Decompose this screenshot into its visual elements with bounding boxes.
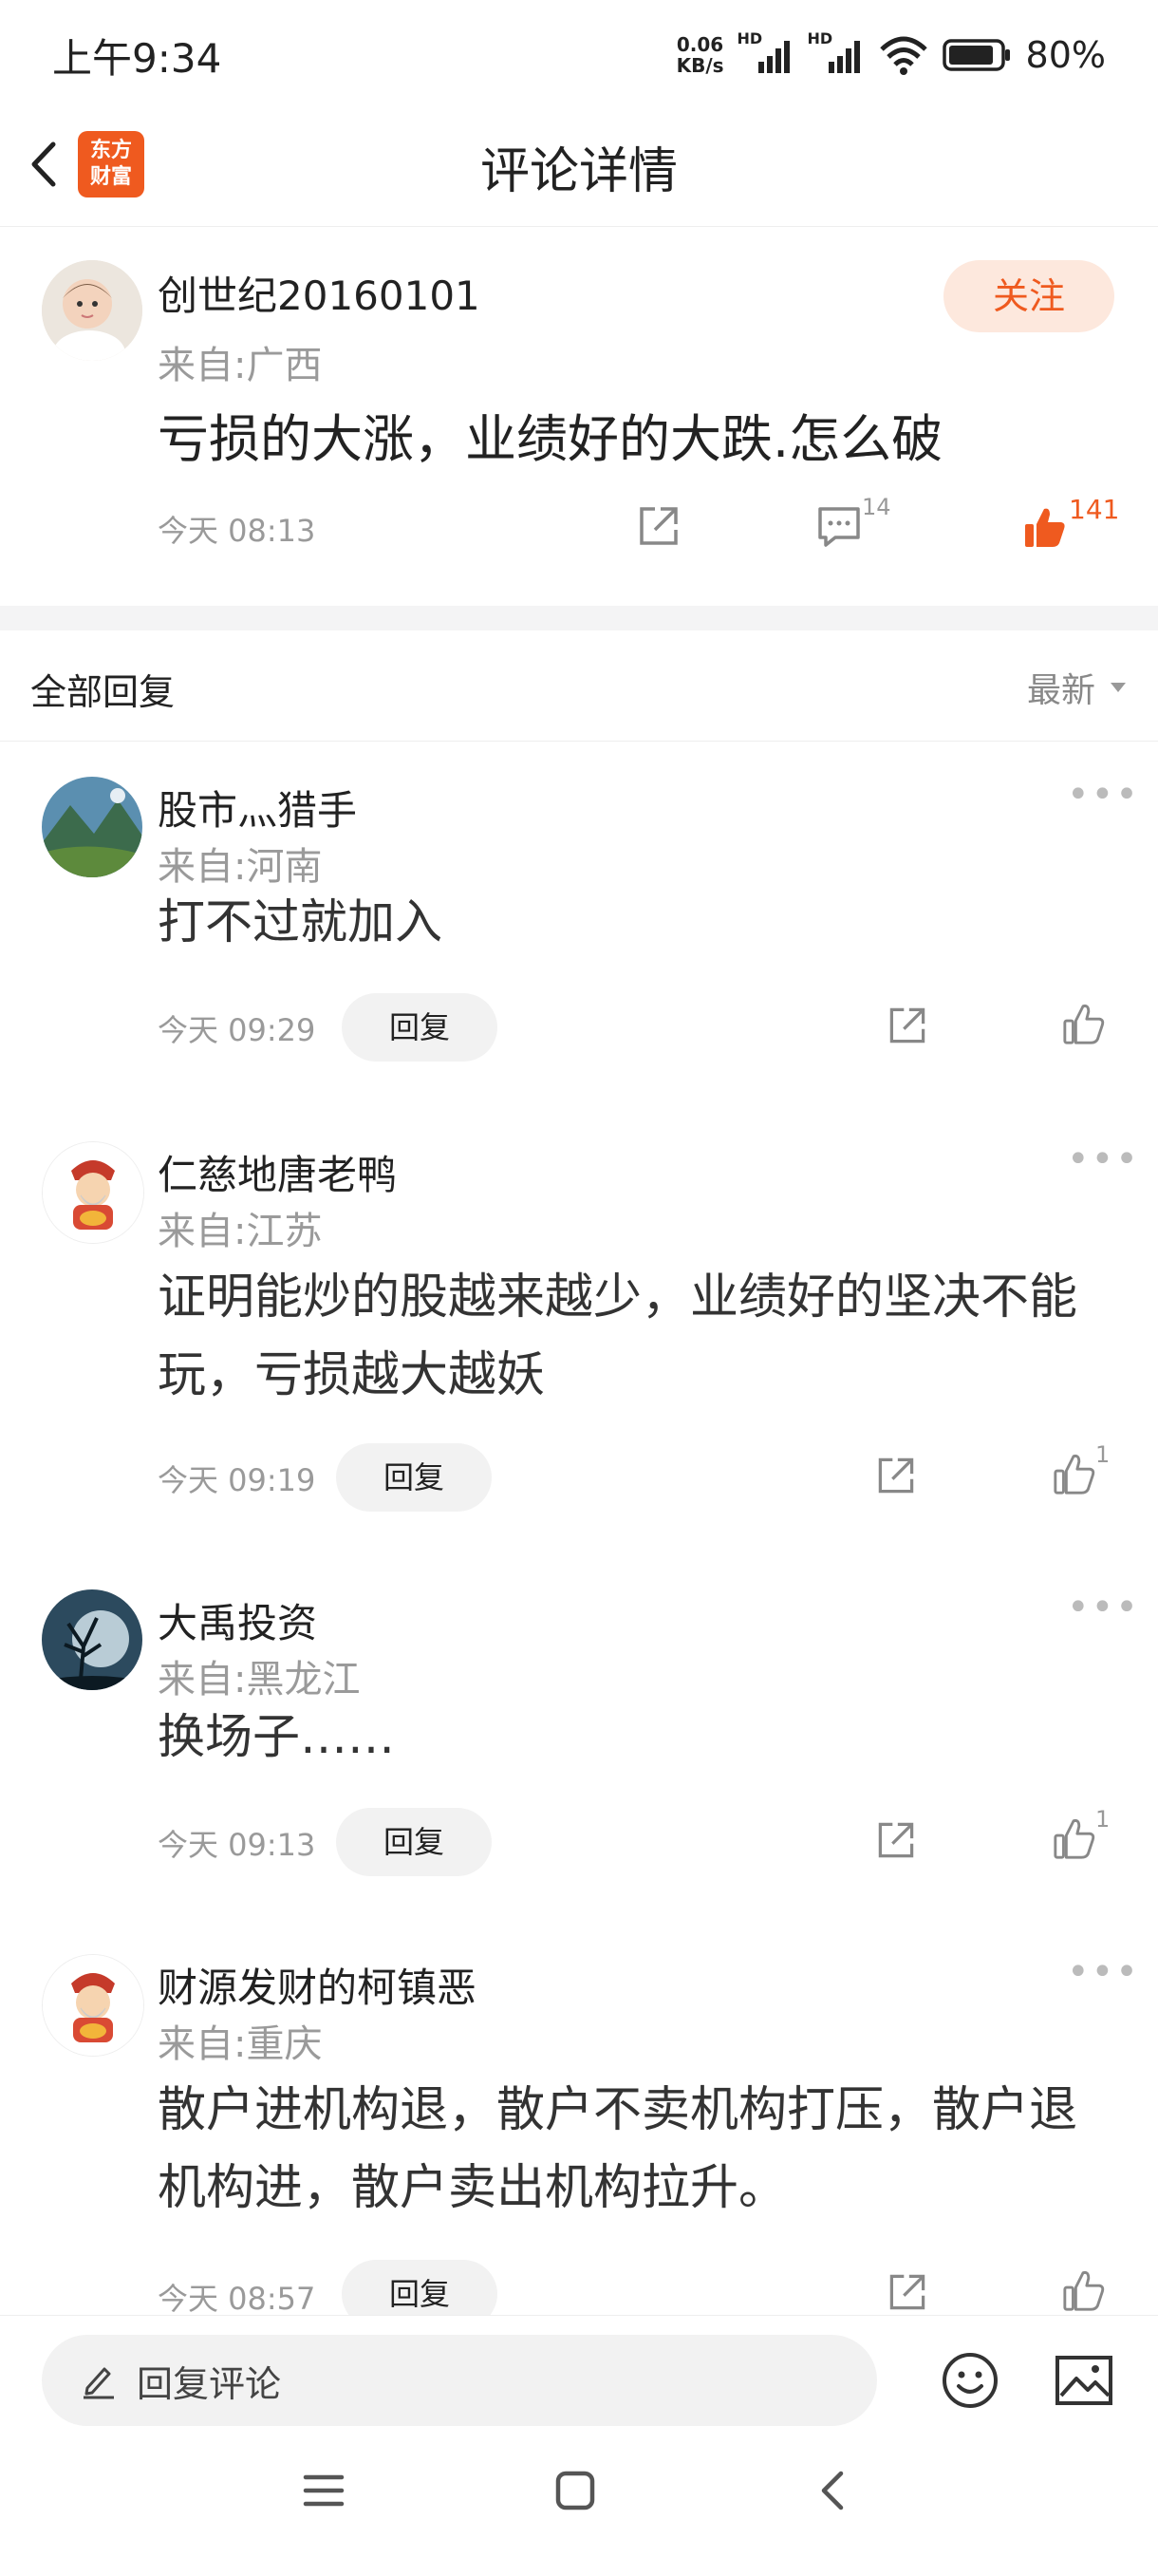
reply-origin: 来自:重庆 bbox=[158, 2022, 323, 2066]
reply-author-name[interactable]: 财源发财的柯镇恶 bbox=[158, 1956, 476, 2014]
avatar[interactable] bbox=[42, 1589, 142, 1690]
share-icon bbox=[640, 507, 678, 545]
avatar[interactable] bbox=[42, 777, 142, 877]
bottom-bar: 回复评论 bbox=[0, 2315, 1158, 2576]
share-button[interactable] bbox=[634, 501, 683, 551]
nav-back-button[interactable] bbox=[812, 2468, 850, 2513]
like-count: 141 bbox=[1069, 494, 1120, 525]
reply-item: 股市灬猎手 ••• 来自:河南 打不过就加入 今天 09:29 回复 bbox=[0, 741, 1158, 1082]
share-icon bbox=[889, 2274, 925, 2310]
reply-comment-input[interactable]: 回复评论 bbox=[42, 2335, 877, 2426]
sort-dropdown[interactable]: 最新 bbox=[1027, 663, 1128, 712]
replies-title: 全部回复 bbox=[30, 671, 176, 713]
thumbs-up-icon bbox=[1063, 2270, 1105, 2311]
post-time: 今天 08:13 bbox=[158, 513, 316, 549]
reply-content: 散户进机构退，散户不卖机构打压，散户退机构进，散户卖出机构拉升。 bbox=[158, 2082, 1078, 2216]
like-button[interactable]: 1 bbox=[1052, 1806, 1118, 1869]
reply-origin: 来自:黑龙江 bbox=[158, 1658, 361, 1702]
net-speed: 0.06 KB/s bbox=[676, 33, 724, 77]
emoji-button[interactable] bbox=[940, 2350, 1000, 2411]
reply-content: 打不过就加入 bbox=[158, 894, 442, 950]
menu-icon bbox=[303, 2474, 345, 2507]
like-button[interactable]: 141 bbox=[1021, 494, 1119, 555]
avatar[interactable] bbox=[42, 260, 142, 361]
thumbs-up-icon bbox=[1054, 1454, 1095, 1495]
image-icon bbox=[1055, 2356, 1112, 2405]
more-options-icon[interactable]: ••• bbox=[1067, 1950, 1140, 1994]
thumbs-up-icon bbox=[1063, 1004, 1105, 1044]
reply-button[interactable]: 回复 bbox=[342, 2260, 497, 2315]
top-nav-bar: 东方 财富 评论详情 bbox=[0, 104, 1158, 227]
caret-down-icon bbox=[1111, 683, 1126, 692]
reply-content: 证明能炒的股越来越少，业绩好的坚决不能玩，亏损越大越妖 bbox=[158, 1269, 1078, 1403]
reply-author-name[interactable]: 股市灬猎手 bbox=[158, 779, 357, 837]
nav-home-button[interactable] bbox=[554, 2470, 596, 2511]
reply-item: 财源发财的柯镇恶 ••• 来自:重庆 散户进机构退，散户不卖机构打压，散户退机构… bbox=[0, 1920, 1158, 2315]
share-icon bbox=[889, 1007, 925, 1044]
reply-time: 今天 09:19 bbox=[158, 1462, 316, 1498]
reply-button[interactable]: 回复 bbox=[336, 1808, 492, 1876]
comment-button[interactable]: 14 bbox=[814, 494, 891, 555]
share-button[interactable] bbox=[873, 1453, 919, 1498]
reply-item: 大禹投资 ••• 来自:黑龙江 换场子…… 今天 09:13 回复 1 bbox=[0, 1553, 1158, 1895]
follow-button[interactable]: 关注 bbox=[943, 260, 1114, 332]
like-button[interactable]: 1 bbox=[1052, 1441, 1118, 1504]
page-title: 评论详情 bbox=[479, 143, 678, 200]
reply-button[interactable]: 回复 bbox=[336, 1443, 492, 1512]
comment-icon bbox=[818, 507, 860, 547]
reply-origin: 来自:江苏 bbox=[158, 1210, 323, 1253]
signal-icon-2: HD bbox=[808, 29, 865, 77]
smiley-icon bbox=[943, 2353, 998, 2408]
more-options-icon[interactable]: ••• bbox=[1067, 773, 1140, 817]
post-origin: 来自:广西 bbox=[158, 344, 323, 387]
back-triangle-icon bbox=[821, 2471, 844, 2510]
more-options-icon[interactable]: ••• bbox=[1067, 1138, 1140, 1181]
reply-time: 今天 09:13 bbox=[158, 1827, 316, 1863]
like-button[interactable] bbox=[1061, 2267, 1128, 2315]
reply-button[interactable]: 回复 bbox=[342, 993, 497, 1062]
like-count: 1 bbox=[1095, 1806, 1111, 1833]
share-button[interactable] bbox=[885, 1003, 930, 1048]
replies-header: 全部回复 最新 bbox=[0, 630, 1158, 742]
share-icon bbox=[878, 1822, 914, 1858]
avatar[interactable] bbox=[42, 1954, 144, 2057]
status-time: 上午9:34 bbox=[52, 35, 222, 82]
signal-icon: HD bbox=[738, 29, 794, 77]
reply-input-placeholder: 回复评论 bbox=[137, 2362, 282, 2405]
wifi-icon bbox=[878, 34, 929, 76]
reply-author-name[interactable]: 仁慈地唐老鸭 bbox=[158, 1143, 397, 1201]
avatar[interactable] bbox=[42, 1141, 144, 1244]
more-options-icon[interactable]: ••• bbox=[1067, 1586, 1140, 1629]
post-content: 亏损的大涨，业绩好的大跌.怎么破 bbox=[158, 409, 943, 469]
like-button[interactable] bbox=[1061, 1001, 1128, 1054]
section-divider bbox=[0, 606, 1158, 630]
reply-content: 换场子…… bbox=[158, 1709, 395, 1764]
reply-time: 今天 08:57 bbox=[158, 2281, 316, 2315]
image-button[interactable] bbox=[1054, 2352, 1114, 2409]
battery-percent: 80% bbox=[1025, 34, 1106, 76]
status-bar: 上午9:34 0.06 KB/s HD HD 80% bbox=[0, 0, 1158, 104]
share-icon bbox=[878, 1457, 914, 1494]
status-icons: 0.06 KB/s HD HD 80% bbox=[677, 28, 1106, 82]
post-author-name[interactable]: 创世纪20160101 bbox=[158, 264, 480, 322]
share-button[interactable] bbox=[885, 2269, 930, 2315]
nav-menu-button[interactable] bbox=[302, 2472, 346, 2510]
share-button[interactable] bbox=[873, 1817, 919, 1863]
battery-icon bbox=[942, 37, 1013, 73]
thumbs-up-filled-icon bbox=[1025, 508, 1065, 547]
reply-item: 仁慈地唐老鸭 ••• 来自:江苏 证明能炒的股越来越少，业绩好的坚决不能玩，亏损… bbox=[0, 1105, 1158, 1532]
home-square-icon bbox=[555, 2471, 595, 2510]
pencil-icon bbox=[84, 2367, 114, 2399]
thumbs-up-icon bbox=[1054, 1818, 1095, 1859]
comment-count: 14 bbox=[862, 494, 891, 520]
reply-author-name[interactable]: 大禹投资 bbox=[158, 1591, 317, 1649]
reply-time: 今天 09:29 bbox=[158, 1012, 316, 1048]
like-count: 1 bbox=[1095, 1441, 1111, 1468]
